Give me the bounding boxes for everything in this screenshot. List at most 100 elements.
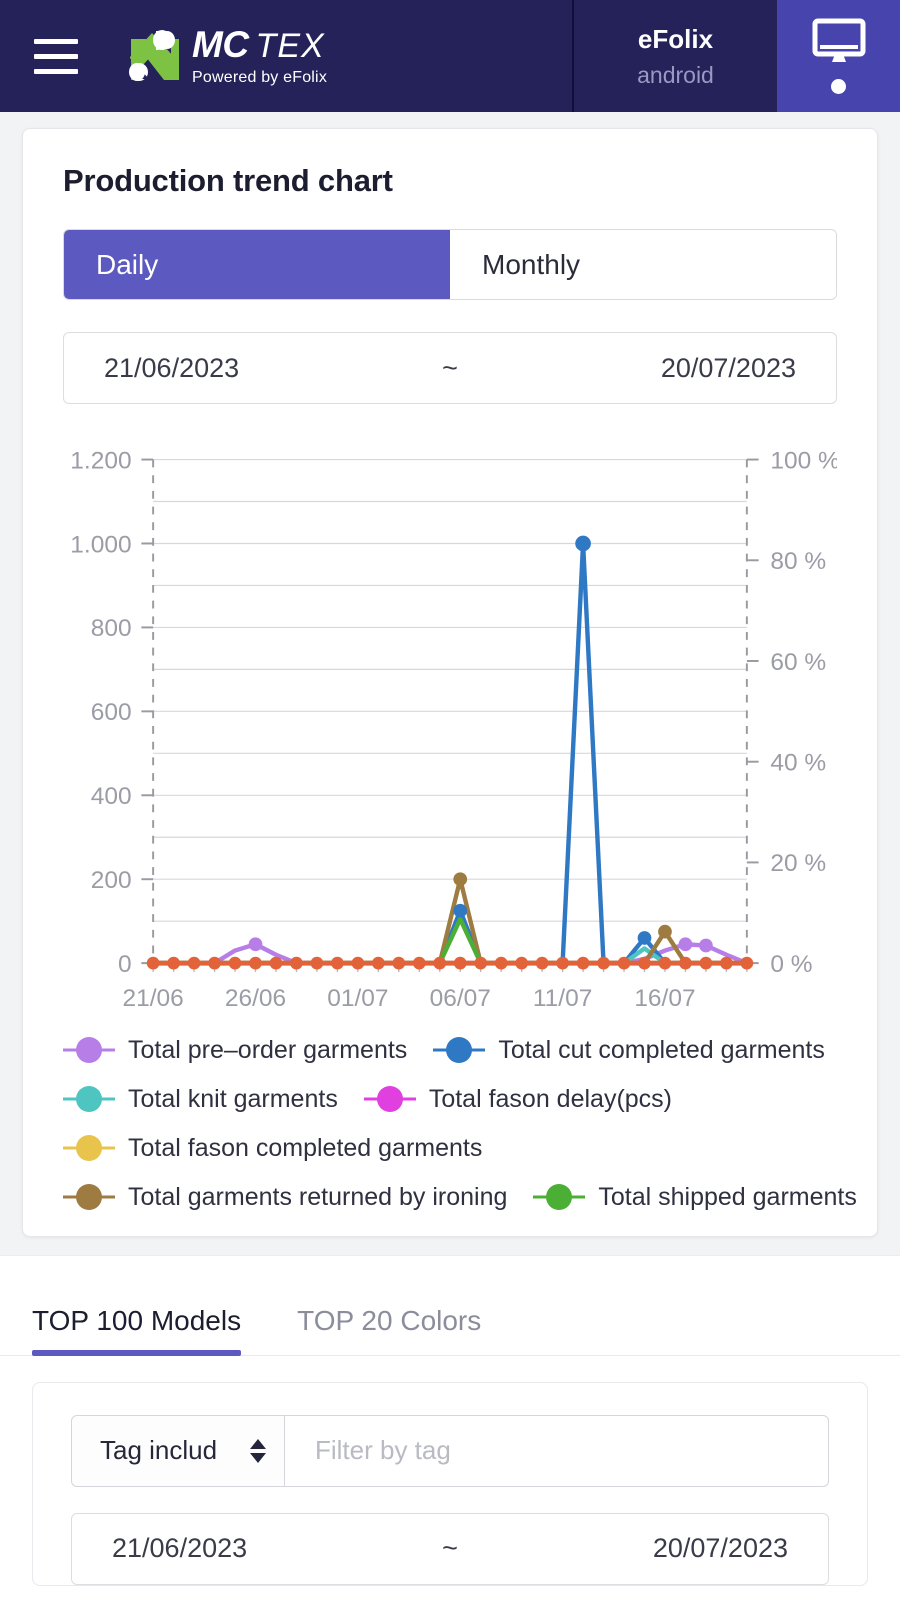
top-lists-tabbar: TOP 100 Models TOP 20 Colors xyxy=(0,1260,900,1356)
legend-item[interactable]: Total fason completed garments xyxy=(63,1134,482,1163)
legend-item[interactable]: Total knit garments xyxy=(63,1085,338,1114)
date-range-from: 21/06/2023 xyxy=(104,352,240,383)
chart-data-point xyxy=(249,956,262,970)
legend-item[interactable]: Total cut completed garments xyxy=(433,1036,825,1065)
chart-data-point xyxy=(617,956,631,970)
chart-data-point xyxy=(515,956,529,970)
legend-item[interactable]: Total fason delay(pcs) xyxy=(364,1085,672,1114)
y2-axis-tick-label: 100 % xyxy=(770,447,837,474)
x-axis-tick-label: 21/06 xyxy=(122,985,183,1012)
legend-item-label: Total fason completed garments xyxy=(128,1133,483,1162)
chart-data-point xyxy=(658,956,672,970)
y2-axis-tick-label: 0 % xyxy=(770,951,812,978)
spinner-arrows-icon xyxy=(250,1438,266,1463)
tag-filter-input[interactable] xyxy=(285,1414,829,1487)
y-axis-tick-label: 800 xyxy=(91,615,132,642)
y-axis-tick-label: 600 xyxy=(91,699,132,726)
y-axis-tick-label: 0 xyxy=(118,951,132,978)
chart-data-point xyxy=(637,931,652,945)
tag-mode-select[interactable]: Tag includ xyxy=(71,1414,285,1487)
legend-color-icon xyxy=(63,1184,115,1210)
chart-legend: Total pre–order garments Total cut comple… xyxy=(63,1036,857,1212)
brand-title: MC TEX xyxy=(192,26,327,63)
tenant-selector[interactable]: eFolix android xyxy=(572,0,777,112)
tab-top-100-models[interactable]: TOP 100 Models xyxy=(32,1306,259,1356)
brand-mc-text: MC xyxy=(192,23,249,65)
device-view-button[interactable] xyxy=(777,0,900,112)
brand-tagline: Powered by eFolix xyxy=(192,68,328,86)
chart-data-point xyxy=(720,956,733,970)
tenant-platform: android xyxy=(637,61,714,88)
chart-data-point xyxy=(453,872,468,887)
chart-data-point xyxy=(494,956,508,970)
x-axis-tick-label: 01/07 xyxy=(327,985,388,1012)
hamburger-bar xyxy=(34,68,78,74)
brand-logo[interactable]: MC TEX Powered by eFolix xyxy=(112,0,572,112)
hamburger-menu-icon[interactable] xyxy=(0,0,112,112)
hamburger-bar xyxy=(34,53,78,59)
chart-data-point xyxy=(331,956,344,970)
chart-data-point xyxy=(453,903,468,918)
chart-data-point xyxy=(699,956,713,970)
list-date-range-to: 20/07/2023 xyxy=(652,1533,788,1564)
chart-data-point xyxy=(658,924,672,939)
list-date-range-from: 21/06/2023 xyxy=(112,1533,248,1564)
page-title: Production trend chart xyxy=(63,163,393,198)
chart-data-point xyxy=(433,956,447,970)
hamburger-bar xyxy=(34,38,78,44)
chart-data-point xyxy=(679,956,692,970)
chart-data-point xyxy=(269,956,283,970)
legend-color-icon xyxy=(433,1037,485,1063)
tab-monthly[interactable]: Monthly xyxy=(450,230,836,299)
chart-data-point xyxy=(699,938,713,953)
x-axis-tick-label: 26/06 xyxy=(225,985,286,1012)
period-toggle: Daily Monthly xyxy=(63,229,837,300)
legend-color-icon xyxy=(533,1184,585,1210)
y2-axis-tick-label: 20 % xyxy=(770,850,826,877)
chart-data-point-peak xyxy=(575,535,591,552)
y-axis-tick-label: 400 xyxy=(91,783,132,810)
tenant-name: eFolix xyxy=(637,23,714,54)
chart-data-point xyxy=(248,937,263,952)
date-range-separator: ~ xyxy=(442,352,458,383)
legend-item-label: Total pre–order garments xyxy=(128,1035,408,1064)
legend-row: Total pre–order garments Total cut comple… xyxy=(63,1036,837,1065)
chart-data-point xyxy=(556,956,569,970)
brand-tex-text: TEX xyxy=(255,26,325,65)
chart-data-point xyxy=(678,937,693,952)
y2-axis-tick-label: 40 % xyxy=(770,750,826,777)
date-range-to: 20/07/2023 xyxy=(660,352,796,383)
chart-data-point xyxy=(187,956,201,970)
list-date-range-separator: ~ xyxy=(442,1533,458,1564)
chart-data-point xyxy=(146,956,160,970)
top-lists-section: TOP 100 Models TOP 20 Colors Tag includ … xyxy=(0,1254,900,1600)
legend-item-label: Total fason delay(pcs) xyxy=(428,1084,673,1113)
legend-color-icon xyxy=(364,1086,416,1112)
y2-axis-tick-label: 80 % xyxy=(770,548,826,575)
top-lists-panel: Tag includ 21/06/2023 ~ 20/07/2023 xyxy=(32,1381,868,1586)
legend-item[interactable]: Total pre–order garments xyxy=(63,1036,407,1065)
tag-filter-row: Tag includ xyxy=(71,1414,829,1487)
chart-data-point xyxy=(228,956,242,970)
production-trend-chart[interactable]: 0 200 400 600 800 1.000 1.200 0 % 20 % 40 % 60 % 80… xyxy=(63,438,837,1026)
legend-item[interactable]: Total garments returned by ironing xyxy=(63,1183,507,1212)
legend-row: Total garments returned by ironing Total … xyxy=(63,1183,857,1212)
list-date-range-picker[interactable]: 21/06/2023 ~ 20/07/2023 xyxy=(71,1512,829,1585)
chart-data-point xyxy=(392,956,406,970)
production-trend-card: Production trend chart Daily Monthly 21/… xyxy=(22,128,878,1237)
tab-top-20-colors[interactable]: TOP 20 Colors xyxy=(297,1306,499,1355)
chart-date-range-picker[interactable]: 21/06/2023 ~ 20/07/2023 xyxy=(63,332,837,404)
chart-data-point xyxy=(638,956,651,970)
tab-daily[interactable]: Daily xyxy=(64,230,450,299)
chart-data-point xyxy=(351,956,365,970)
chart-data-point xyxy=(576,956,590,970)
y-axis-tick-label: 1.000 xyxy=(70,531,131,558)
app-header: MC TEX Powered by eFolix eFolix android xyxy=(0,0,900,112)
chevron-up-icon xyxy=(250,1438,266,1449)
legend-color-icon xyxy=(63,1135,115,1161)
legend-row: Total knit garments Total fason delay(pcs… xyxy=(63,1085,837,1114)
desktop-monitor-icon xyxy=(812,18,865,62)
legend-item[interactable]: Total shipped garments xyxy=(533,1183,856,1212)
x-axis-tick-label: 11/07 xyxy=(533,985,592,1012)
